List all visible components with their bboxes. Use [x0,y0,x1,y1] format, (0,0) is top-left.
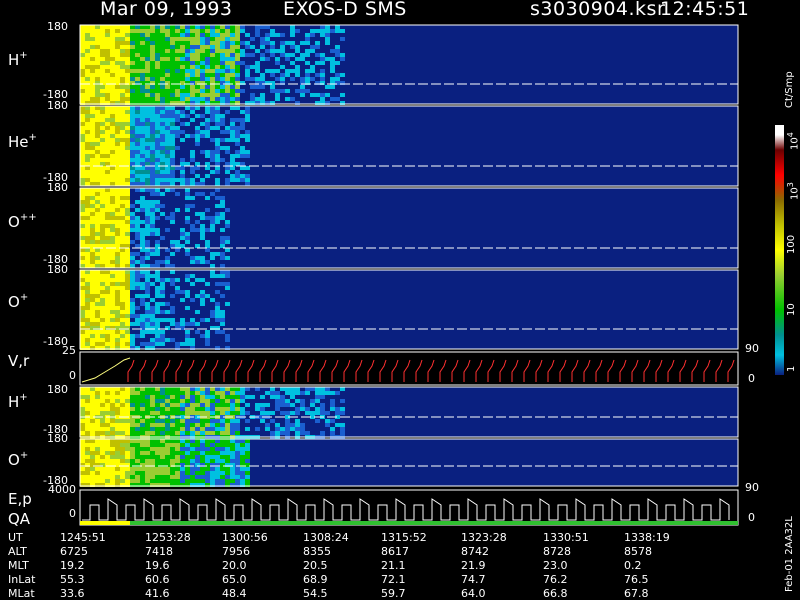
footer-row-label: InLat [8,573,36,586]
footer-cell: 8617 [381,545,409,558]
tick-180-p4: 180 [47,263,68,276]
label-lower-h-plus: H+ [8,392,28,411]
footer-cell: 23.0 [543,559,568,572]
footer-cell: 1338:19 [624,531,670,544]
label-qa: QA [8,510,31,528]
label-o-plus: O+ [8,292,29,311]
footer-cell: 1315:52 [381,531,427,544]
label-h-plus: H+ [8,50,28,69]
footer-cell: 19.2 [60,559,85,572]
footer-cell: 20.0 [222,559,247,572]
footer-cell: 8355 [303,545,331,558]
footer-cell: 41.6 [145,587,170,600]
lower-o-plus-panel [79,438,739,487]
footer-cell: 6725 [60,545,88,558]
label-ep: E,p [8,490,32,508]
footer-row-label: UT [8,531,23,544]
footer-cell: 64.0 [461,587,486,600]
colorbar-tick-10e4: 104 [786,132,800,150]
he-plus-panel [79,105,739,187]
tick-180-p6: 180 [47,432,68,445]
o-plus-plus-panel [79,187,739,269]
footer-cell: 59.7 [381,587,406,600]
tick-4000-ep: 4000 [48,483,76,496]
footer-cell: 21.9 [461,559,486,572]
footer-cell: 48.4 [222,587,247,600]
tick-0-ep: 0 [69,507,76,520]
footer-row-label: MLat [8,587,35,600]
label-he-plus: He+ [8,132,37,151]
footer-cell: 1253:28 [145,531,191,544]
footer-cell: 7418 [145,545,173,558]
tick-25-vr: 25 [62,344,76,357]
footer-cell: 65.0 [222,573,247,586]
tick-180-p5: 180 [47,383,68,396]
footer-cell: 1330:51 [543,531,589,544]
footer-cell: 1323:28 [461,531,507,544]
colorbar-tick-100: 100 [786,234,797,254]
colorbar-tick-10e3: 103 [786,182,800,200]
footer-cell: 20.5 [303,559,328,572]
right-tick-90-vr: 90 [745,342,759,355]
footer-cell: 74.7 [461,573,486,586]
footer-row-label: MLT [8,559,29,572]
tick-180-p2: 180 [47,99,68,112]
footer-cell: 68.9 [303,573,328,586]
label-vr: V,r [8,352,30,370]
colorbar-tick-10: 10 [786,303,797,316]
footer-cell: 19.6 [145,559,170,572]
footer-cell: 7956 [222,545,250,558]
label-o-plus-plus: O++ [8,212,37,231]
footer-row-label: ALT [8,545,27,558]
footer-cell: 1308:24 [303,531,349,544]
tick-180-p1: 180 [47,20,68,33]
footer-cell: 72.1 [381,573,406,586]
footer-cell: 67.8 [624,587,649,600]
footer-cell: 55.3 [60,573,85,586]
footer-cell: 8728 [543,545,571,558]
h-plus-panel [79,24,739,105]
side-version-label: Feb-01 2AA32L [784,516,795,592]
footer-cell: 60.6 [145,573,170,586]
tick-180-p3: 180 [47,181,68,194]
label-lower-o-plus: O+ [8,450,29,469]
ep-panel [79,489,739,526]
footer-cell: 1245:51 [60,531,106,544]
plot-page: { "header": { "date": "Mar 09, 1993", "i… [0,0,800,600]
colorbar-unit-label: Ct/Smp [784,71,795,108]
right-tick-0-vr: 0 [748,372,755,385]
vr-panel [79,351,739,386]
footer-cell: 76.5 [624,573,649,586]
tick-0-vr: 0 [69,369,76,382]
o-plus-panel [79,269,739,350]
footer-cell: 76.2 [543,573,568,586]
footer-cell: 8578 [624,545,652,558]
footer-cell: 8742 [461,545,489,558]
lower-h-plus-panel [79,386,739,439]
right-tick-0-ep: 0 [748,511,755,524]
right-tick-90-ep: 90 [745,481,759,494]
footer-cell: 66.8 [543,587,568,600]
footer-cell: 33.6 [60,587,85,600]
color-scale-bar [775,125,784,375]
colorbar-tick-1: 1 [786,365,797,372]
spectrogram-plot [79,24,784,526]
footer-cell: 1300:56 [222,531,268,544]
footer-cell: 54.5 [303,587,328,600]
footer-cell: 21.1 [381,559,406,572]
footer-cell: 0.2 [624,559,642,572]
